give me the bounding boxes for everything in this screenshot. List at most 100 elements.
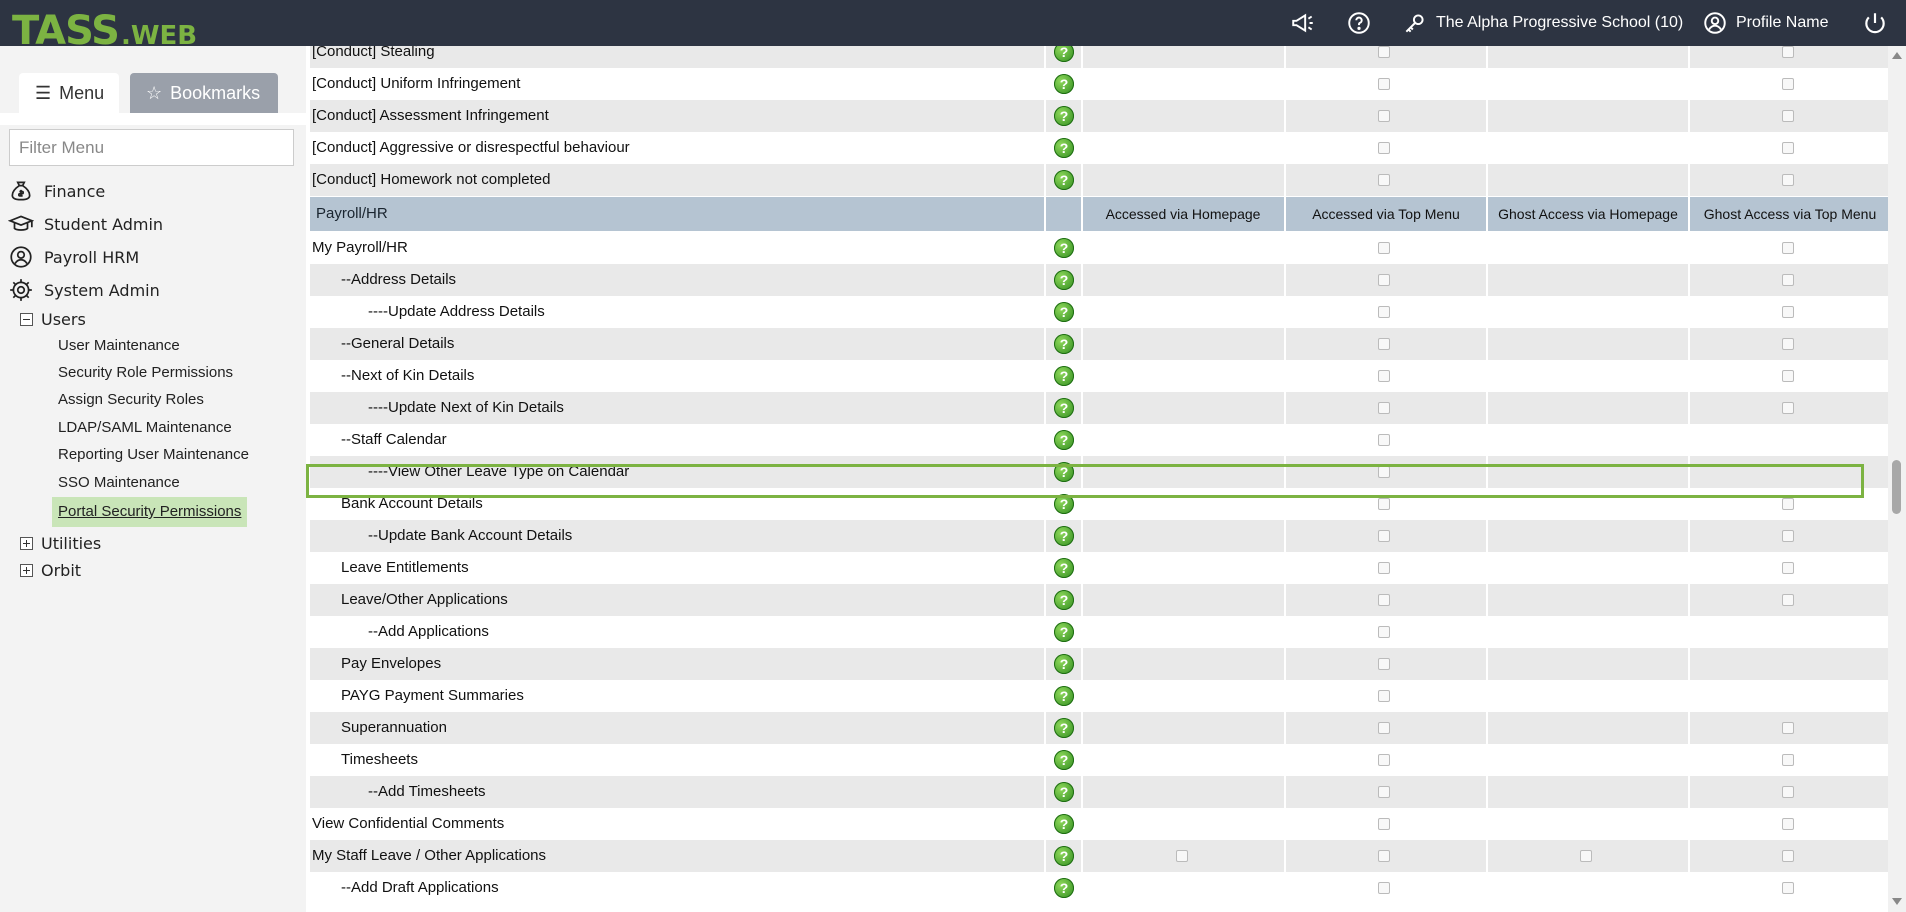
permission-checkbox[interactable]: [1176, 850, 1188, 862]
nav-portal-security-permissions[interactable]: Portal Security Permissions: [52, 497, 248, 527]
permission-checkbox[interactable]: [1378, 882, 1390, 894]
scroll-thumb[interactable]: [1892, 460, 1901, 514]
help-icon[interactable]: ?: [1054, 846, 1074, 866]
nav-finance[interactable]: Finance: [8, 178, 105, 204]
help-icon[interactable]: ?: [1054, 782, 1074, 802]
permission-checkbox[interactable]: [1782, 242, 1794, 254]
permission-checkbox[interactable]: [1782, 174, 1794, 186]
help-icon[interactable]: ?: [1054, 430, 1074, 450]
permission-checkbox[interactable]: [1378, 498, 1390, 510]
help-icon[interactable]: ?: [1054, 494, 1074, 514]
permission-checkbox[interactable]: [1782, 562, 1794, 574]
permission-checkbox[interactable]: [1378, 142, 1390, 154]
help-icon[interactable]: ?: [1054, 654, 1074, 674]
tab-bookmarks[interactable]: ☆ Bookmarks: [130, 73, 278, 113]
permission-checkbox[interactable]: [1580, 850, 1592, 862]
permission-checkbox[interactable]: [1378, 530, 1390, 542]
permission-checkbox[interactable]: [1378, 78, 1390, 90]
permission-checkbox[interactable]: [1378, 402, 1390, 414]
help-icon[interactable]: ?: [1054, 814, 1074, 834]
permission-checkbox[interactable]: [1782, 850, 1794, 862]
permission-checkbox[interactable]: [1782, 498, 1794, 510]
permission-checkbox[interactable]: [1378, 274, 1390, 286]
nav-users[interactable]: Users: [20, 308, 86, 330]
permission-checkbox[interactable]: [1378, 722, 1390, 734]
nav-security-role-permissions[interactable]: Security Role Permissions: [58, 362, 233, 384]
help-icon[interactable]: ?: [1054, 366, 1074, 386]
permission-checkbox[interactable]: [1378, 306, 1390, 318]
permission-checkbox[interactable]: [1782, 370, 1794, 382]
permission-checkbox[interactable]: [1378, 110, 1390, 122]
help-icon[interactable]: ?: [1054, 138, 1074, 158]
help-icon[interactable]: ?: [1054, 398, 1074, 418]
help-icon[interactable]: [1346, 10, 1372, 36]
power-icon[interactable]: [1862, 10, 1888, 36]
help-icon[interactable]: ?: [1054, 334, 1074, 354]
permission-checkbox[interactable]: [1378, 690, 1390, 702]
permission-checkbox[interactable]: [1378, 818, 1390, 830]
help-icon[interactable]: ?: [1054, 558, 1074, 578]
permission-checkbox[interactable]: [1782, 78, 1794, 90]
nav-student-admin[interactable]: Student Admin: [8, 211, 163, 237]
permission-checkbox[interactable]: [1782, 338, 1794, 350]
permission-checkbox[interactable]: [1378, 850, 1390, 862]
permission-checkbox[interactable]: [1782, 594, 1794, 606]
permission-checkbox[interactable]: [1782, 274, 1794, 286]
help-icon[interactable]: ?: [1054, 590, 1074, 610]
permission-checkbox[interactable]: [1378, 594, 1390, 606]
help-icon[interactable]: ?: [1054, 686, 1074, 706]
profile-menu[interactable]: Profile Name: [1702, 10, 1828, 36]
permission-checkbox[interactable]: [1782, 530, 1794, 542]
permission-checkbox[interactable]: [1782, 110, 1794, 122]
permission-checkbox[interactable]: [1782, 46, 1794, 58]
help-icon[interactable]: ?: [1054, 878, 1074, 898]
help-icon[interactable]: ?: [1054, 718, 1074, 738]
help-icon[interactable]: ?: [1054, 750, 1074, 770]
permission-checkbox[interactable]: [1782, 402, 1794, 414]
permission-checkbox[interactable]: [1782, 306, 1794, 318]
permission-checkbox[interactable]: [1782, 754, 1794, 766]
permission-checkbox[interactable]: [1782, 818, 1794, 830]
permission-checkbox[interactable]: [1378, 786, 1390, 798]
school-selector[interactable]: The Alpha Progressive School (10): [1402, 10, 1683, 36]
help-icon[interactable]: ?: [1054, 462, 1074, 482]
permission-checkbox[interactable]: [1378, 658, 1390, 670]
permission-checkbox[interactable]: [1378, 466, 1390, 478]
permission-checkbox[interactable]: [1782, 882, 1794, 894]
nav-utilities[interactable]: Utilities: [20, 532, 101, 554]
nav-assign-security-roles[interactable]: Assign Security Roles: [58, 389, 204, 411]
nav-user-maintenance[interactable]: User Maintenance: [58, 335, 180, 357]
nav-sso-maintenance[interactable]: SSO Maintenance: [58, 472, 180, 494]
help-icon[interactable]: ?: [1054, 270, 1074, 290]
permission-checkbox[interactable]: [1378, 562, 1390, 574]
help-icon[interactable]: ?: [1054, 170, 1074, 190]
scroll-up-icon[interactable]: [1892, 52, 1902, 59]
permission-checkbox[interactable]: [1378, 46, 1390, 58]
nav-payroll-hrm[interactable]: Payroll HRM: [8, 244, 139, 270]
nav-ldap-saml-maintenance[interactable]: LDAP/SAML Maintenance: [58, 417, 232, 439]
permission-checkbox[interactable]: [1378, 626, 1390, 638]
help-icon[interactable]: ?: [1054, 238, 1074, 258]
filter-menu-input[interactable]: [9, 129, 294, 166]
permission-checkbox[interactable]: [1378, 370, 1390, 382]
announcements-icon[interactable]: [1290, 10, 1316, 36]
permission-checkbox[interactable]: [1782, 722, 1794, 734]
nav-orbit[interactable]: Orbit: [20, 559, 81, 581]
permission-checkbox[interactable]: [1378, 434, 1390, 446]
help-icon[interactable]: ?: [1054, 526, 1074, 546]
tab-menu[interactable]: ☰ Menu: [19, 73, 119, 113]
permission-checkbox[interactable]: [1782, 786, 1794, 798]
nav-system-admin[interactable]: System Admin: [8, 277, 160, 303]
help-icon[interactable]: ?: [1054, 302, 1074, 322]
nav-reporting-user-maintenance[interactable]: Reporting User Maintenance: [58, 444, 249, 466]
help-icon[interactable]: ?: [1054, 622, 1074, 642]
permission-checkbox[interactable]: [1378, 242, 1390, 254]
help-icon[interactable]: ?: [1054, 74, 1074, 94]
permission-checkbox[interactable]: [1782, 142, 1794, 154]
permission-checkbox[interactable]: [1378, 754, 1390, 766]
permission-checkbox[interactable]: [1378, 338, 1390, 350]
help-icon[interactable]: ?: [1054, 106, 1074, 126]
scroll-down-icon[interactable]: [1892, 898, 1902, 905]
vertical-scrollbar[interactable]: [1888, 46, 1906, 912]
permission-checkbox[interactable]: [1378, 174, 1390, 186]
